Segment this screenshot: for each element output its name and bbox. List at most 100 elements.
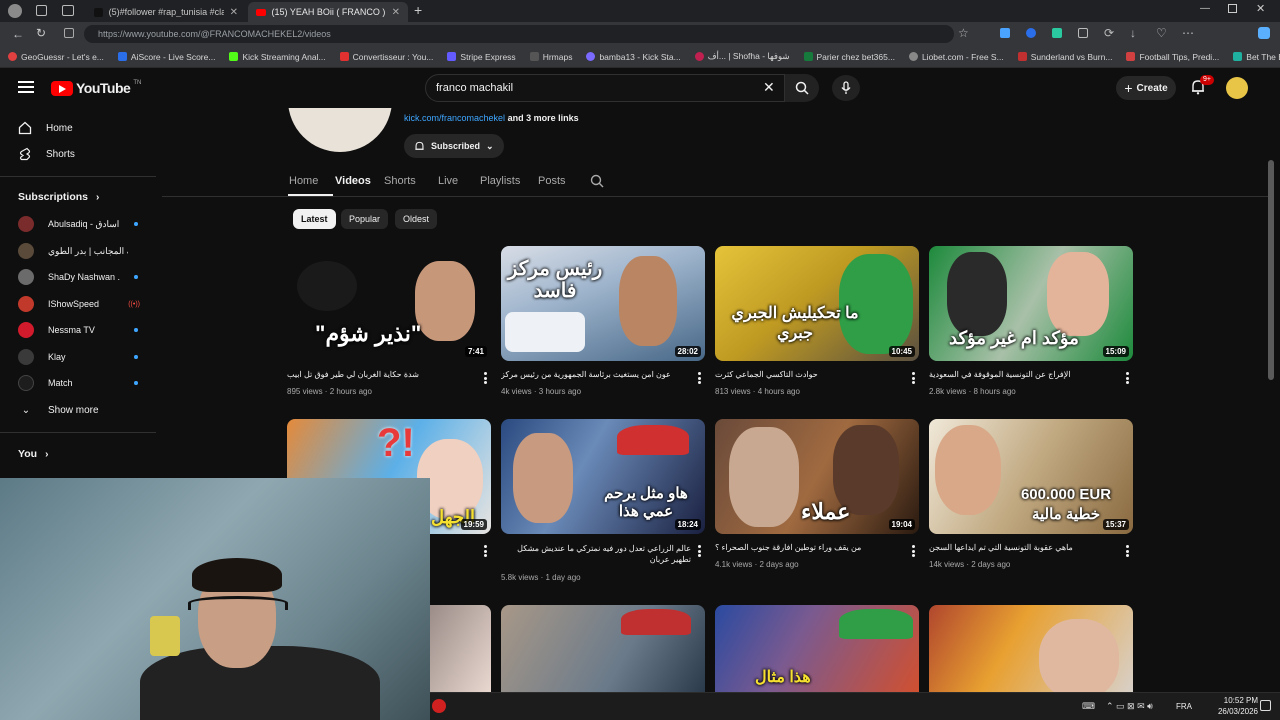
bookmark-item[interactable]: Sunderland vs Burn... (1017, 52, 1112, 62)
site-info-icon[interactable] (64, 28, 74, 38)
more-options-icon[interactable] (484, 372, 488, 384)
hamburger-menu-icon[interactable] (18, 81, 34, 93)
voice-search-button[interactable] (832, 75, 860, 101)
video-title[interactable]: ماهي عقوبة التونسية التي تم ايداعها السج… (929, 543, 1109, 552)
video-title[interactable]: الإفراج عن التونسية الموقوفة في السعودية (929, 370, 1109, 379)
video-thumbnail[interactable]: عملاء 19:04 (715, 419, 919, 534)
settings-menu-icon[interactable]: ⋯ (1182, 26, 1194, 40)
page-scrollbar[interactable] (1268, 160, 1274, 380)
video-thumbnail[interactable]: 600.000 EUR خطية مالية 15:37 (929, 419, 1133, 534)
performance-icon[interactable]: ♡ (1156, 26, 1167, 40)
sidebar-item-shorts[interactable]: Shorts (0, 141, 156, 167)
you-heading[interactable]: You › (0, 441, 156, 467)
avatar[interactable] (1226, 77, 1248, 99)
sidebar-subscription[interactable]: IShowSpeed ((•)) (0, 291, 156, 317)
more-options-icon[interactable] (1126, 372, 1130, 384)
sidebar-subscription[interactable]: Abulsadiq - اسادق... (0, 211, 156, 237)
bookmark-item[interactable]: Kick Streaming Anal... (229, 52, 326, 62)
video-thumbnail[interactable] (501, 605, 705, 692)
subscribed-button[interactable]: Subscribed ⌄ (404, 134, 504, 158)
more-options-icon[interactable] (698, 372, 702, 384)
tab-shorts[interactable]: Shorts (384, 175, 416, 187)
video-thumbnail[interactable]: ما تحكيليش الجبري جبري 10:45 (715, 246, 919, 361)
keyboard-icon[interactable]: ⌨ (1082, 701, 1095, 712)
channel-search-icon[interactable] (590, 174, 604, 188)
video-thumbnail[interactable]: هذا مثال (715, 605, 919, 692)
bookmark-item[interactable]: أف... | Shofha - شوفها (694, 51, 790, 62)
video-thumbnail[interactable]: مؤكد ام غير مؤكد 15:09 (929, 246, 1133, 361)
collections-icon[interactable] (1078, 28, 1088, 38)
tab-posts[interactable]: Posts (538, 175, 566, 187)
bookmark-item[interactable]: Hrmaps (529, 52, 572, 62)
bookmark-item[interactable]: Stripe Express (447, 52, 516, 62)
clock-date[interactable]: 26/03/2026 (1208, 707, 1258, 716)
create-button[interactable]: + Create (1116, 76, 1176, 100)
extension-icon[interactable] (1026, 28, 1036, 38)
back-icon[interactable]: ← (12, 27, 24, 41)
extension-icon[interactable] (1052, 28, 1062, 38)
video-title[interactable]: شدة حكاية الغربان لي طير فوق تل ابيب (287, 370, 467, 379)
sidebar-subscription[interactable]: Match (0, 370, 156, 396)
close-tab-icon[interactable]: ✕ (230, 7, 238, 18)
video-thumbnail[interactable] (929, 605, 1133, 692)
video-title[interactable]: حوادث التاكسي الجماعي كثرت (715, 370, 895, 379)
sidebar-subscription[interactable]: Nessma TV (0, 317, 156, 343)
video-title[interactable]: عالم الزراعي تعدل دور فيه نمتركي ما عندي… (501, 543, 691, 565)
bookmark-item[interactable]: GeoGuessr - Let's e... (8, 52, 104, 62)
maximize-icon[interactable] (1228, 4, 1237, 13)
bookmark-item[interactable]: Football Tips, Predi... (1126, 52, 1219, 62)
video-title[interactable]: عون امن يستغيث برئاسة الجمهورية من رئيس … (501, 370, 681, 379)
copilot-icon[interactable] (1258, 27, 1270, 39)
tab-videos[interactable]: Videos (335, 175, 371, 187)
sidebar-subscription[interactable]: ShaDy Nashwan ... (0, 264, 156, 290)
sidebar-subscription[interactable]: قرية المجانب | بدر الطوي (0, 238, 156, 264)
show-more-button[interactable]: ⌄ Show more (0, 397, 156, 423)
url-field[interactable]: https://www.youtube.com/@FRANCOMACHEKEL2… (84, 25, 954, 43)
bookmark-item[interactable]: AiScore - Live Score... (117, 52, 215, 62)
bookmark-item[interactable]: Bet The Builder (1233, 52, 1280, 62)
tab-live[interactable]: Live (438, 175, 458, 187)
download-icon[interactable]: ↓ (1130, 26, 1136, 40)
recording-icon[interactable] (432, 699, 446, 713)
notification-center-icon[interactable] (1260, 700, 1271, 711)
close-tab-icon[interactable]: ✕ (392, 7, 400, 18)
channel-link[interactable]: kick.com/francomachekel (404, 113, 505, 123)
system-tray-icons[interactable]: ⌃ ▭ ⊠ ✉ 🔊︎ (1106, 701, 1153, 712)
clock-time[interactable]: 10:52 PM (1218, 696, 1258, 705)
bookmark-item[interactable]: bamba13 - Kick Sta... (586, 52, 681, 62)
bookmark-item[interactable]: Parier chez bet365... (803, 52, 895, 62)
video-thumbnail[interactable]: رئيس مركز فاسد 28:02 (501, 246, 705, 361)
tab-home[interactable]: Home (289, 175, 318, 187)
more-options-icon[interactable] (1126, 545, 1130, 557)
subscriptions-heading[interactable]: Subscriptions › (0, 184, 156, 210)
close-window-icon[interactable]: ✕ (1256, 2, 1265, 15)
profile-icon[interactable] (8, 4, 22, 18)
notifications-button[interactable]: 9+ (1190, 75, 1214, 100)
language-indicator[interactable]: FRA (1176, 702, 1192, 711)
more-options-icon[interactable] (912, 545, 916, 557)
sidebar-subscription[interactable]: Klay (0, 344, 156, 370)
sidebar-item-home[interactable]: Home (0, 115, 156, 141)
search-input[interactable]: franco machakil (425, 74, 785, 102)
new-tab-icon[interactable]: + (414, 2, 422, 18)
tab-1[interactable]: (5)#follower #rap_tunisia #clach... ✕ (86, 2, 246, 22)
extension-icon[interactable] (1000, 28, 1010, 38)
video-title[interactable]: من يقف وراء توطين افارقة جنوب الصحراء ؟ (715, 543, 895, 552)
chip-oldest[interactable]: Oldest (395, 209, 438, 229)
tab-playlists[interactable]: Playlists (480, 175, 520, 187)
bookmark-star-icon[interactable]: ☆ (958, 26, 969, 40)
reload-icon[interactable]: ↻ (36, 26, 46, 40)
bookmark-item[interactable]: Convertisseur : You... (339, 52, 433, 62)
more-options-icon[interactable] (484, 545, 488, 557)
workspaces-icon[interactable] (36, 5, 47, 16)
more-options-icon[interactable] (912, 372, 916, 384)
video-thumbnail[interactable]: هاو مثل يرحم عمي هذا 18:24 (501, 419, 705, 534)
bookmark-item[interactable]: Liobet.com - Free S... (908, 52, 1004, 62)
clear-search-icon[interactable]: ✕ (763, 79, 775, 96)
tab-2[interactable]: (15) YEAH BOii ( FRANCO ) - You... ✕ (248, 2, 408, 22)
video-thumbnail[interactable]: "نذير شؤم" 7:41 (287, 246, 491, 361)
tab-actions-icon[interactable] (62, 5, 74, 16)
chip-latest[interactable]: Latest (293, 209, 336, 229)
minimize-icon[interactable]: — (1200, 3, 1210, 14)
more-options-icon[interactable] (698, 545, 702, 557)
